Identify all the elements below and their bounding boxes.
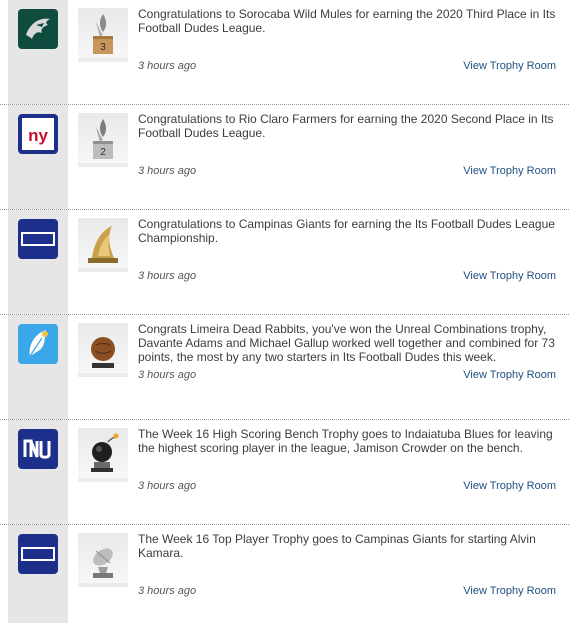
view-trophy-room-link[interactable]: View Trophy Room xyxy=(463,60,556,72)
feed-message: Congratulations to Sorocaba Wild Mules f… xyxy=(138,7,556,35)
view-trophy-room-link[interactable]: View Trophy Room xyxy=(463,369,556,381)
feed-item: The Week 16 Top Player Trophy goes to Ca… xyxy=(0,525,569,623)
timestamp: 3 hours ago xyxy=(138,165,197,177)
timestamp: 3 hours ago xyxy=(138,480,197,492)
feather-logo-icon[interactable] xyxy=(18,324,58,364)
view-trophy-room-link[interactable]: View Trophy Room xyxy=(463,270,556,282)
view-trophy-room-link[interactable]: View Trophy Room xyxy=(463,480,556,492)
timestamp: 3 hours ago xyxy=(138,270,197,282)
second-place-trophy-icon[interactable]: 2 xyxy=(78,113,128,167)
eagles-logo-icon[interactable] xyxy=(18,9,58,49)
timestamp: 3 hours ago xyxy=(138,369,197,381)
giants-wordmark-logo-icon[interactable] xyxy=(18,219,58,259)
feed-item: Congrats Limeira Dead Rabbits, you've wo… xyxy=(0,315,569,420)
view-trophy-room-link[interactable]: View Trophy Room xyxy=(463,165,556,177)
team-logo-column xyxy=(8,210,68,314)
svg-text:2: 2 xyxy=(100,147,106,158)
championship-trophy-icon[interactable] xyxy=(78,218,128,272)
football-trophy-icon[interactable] xyxy=(78,323,128,377)
team-logo-column xyxy=(8,0,68,104)
feed-item: The Week 16 High Scoring Bench Trophy go… xyxy=(0,420,569,525)
feed-message: The Week 16 High Scoring Bench Trophy go… xyxy=(138,427,553,455)
svg-text:ny: ny xyxy=(28,126,48,145)
team-logo-column xyxy=(8,525,68,623)
timestamp: 3 hours ago xyxy=(138,585,197,597)
view-trophy-room-link[interactable]: View Trophy Room xyxy=(463,585,556,597)
feed-message: Congratulations to Campinas Giants for e… xyxy=(138,217,555,245)
top-player-trophy-icon[interactable] xyxy=(78,533,128,587)
team-logo-column: ny xyxy=(8,105,68,209)
svg-text:3: 3 xyxy=(100,42,106,53)
feed-item: 3 Congratulations to Sorocaba Wild Mules… xyxy=(0,0,569,105)
ny-giants-logo-icon[interactable]: ny xyxy=(18,114,58,154)
trophy-feed: 3 Congratulations to Sorocaba Wild Mules… xyxy=(0,0,569,623)
team-logo-column xyxy=(8,315,68,419)
giants-wordmark-logo-icon[interactable] xyxy=(18,534,58,574)
feed-item: Congratulations to Campinas Giants for e… xyxy=(0,210,569,315)
feed-item: ny 2 Congratulations to Rio Claro Farmer… xyxy=(0,105,569,210)
feed-message: Congratulations to Rio Claro Farmers for… xyxy=(138,112,554,140)
feed-message: Congrats Limeira Dead Rabbits, you've wo… xyxy=(138,322,555,364)
timestamp: 3 hours ago xyxy=(138,60,197,72)
nyj-style-logo-icon[interactable] xyxy=(18,429,58,469)
feed-message: The Week 16 Top Player Trophy goes to Ca… xyxy=(138,532,536,560)
third-place-trophy-icon[interactable]: 3 xyxy=(78,8,128,62)
team-logo-column xyxy=(8,420,68,524)
bomb-trophy-icon[interactable] xyxy=(78,428,128,482)
